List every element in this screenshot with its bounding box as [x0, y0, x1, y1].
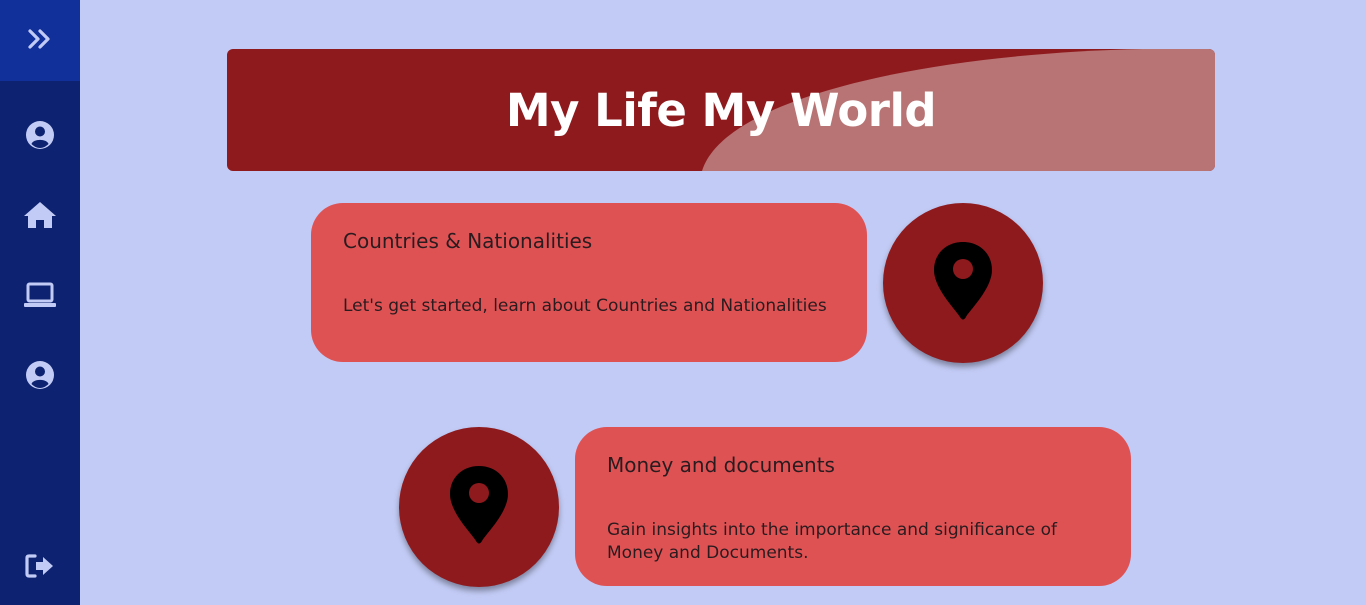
home-icon — [23, 200, 57, 234]
topic-description: Gain insights into the importance and si… — [607, 520, 1057, 563]
sidebar-item-account[interactable] — [0, 357, 80, 397]
topic-title: Countries & Nationalities — [343, 229, 593, 253]
user-circle-icon — [25, 360, 55, 394]
sidebar — [0, 0, 80, 605]
topic-title: Money and documents — [607, 453, 835, 477]
topic-card-countries[interactable]: Countries & Nationalities Let's get star… — [311, 203, 867, 362]
sign-out-icon — [24, 552, 56, 584]
sidebar-item-home[interactable] — [0, 197, 80, 237]
topic-icon-button-countries[interactable] — [883, 203, 1043, 363]
sidebar-item-laptop[interactable] — [0, 277, 80, 317]
sidebar-item-profile[interactable] — [0, 117, 80, 157]
map-marker-icon — [932, 240, 994, 326]
laptop-icon — [23, 281, 57, 313]
double-chevron-right-icon — [27, 28, 53, 54]
topic-description: Let's get started, learn about Countries… — [343, 296, 827, 316]
user-circle-icon — [25, 120, 55, 154]
topic-card-money[interactable]: Money and documents Gain insights into t… — [575, 427, 1131, 586]
sidebar-toggle-button[interactable] — [0, 0, 80, 81]
logout-button[interactable] — [0, 548, 80, 588]
topic-icon-button-money[interactable] — [399, 427, 559, 587]
page-banner: My Life My World — [227, 49, 1215, 171]
map-marker-icon — [448, 464, 510, 550]
page-title: My Life My World — [505, 83, 937, 137]
